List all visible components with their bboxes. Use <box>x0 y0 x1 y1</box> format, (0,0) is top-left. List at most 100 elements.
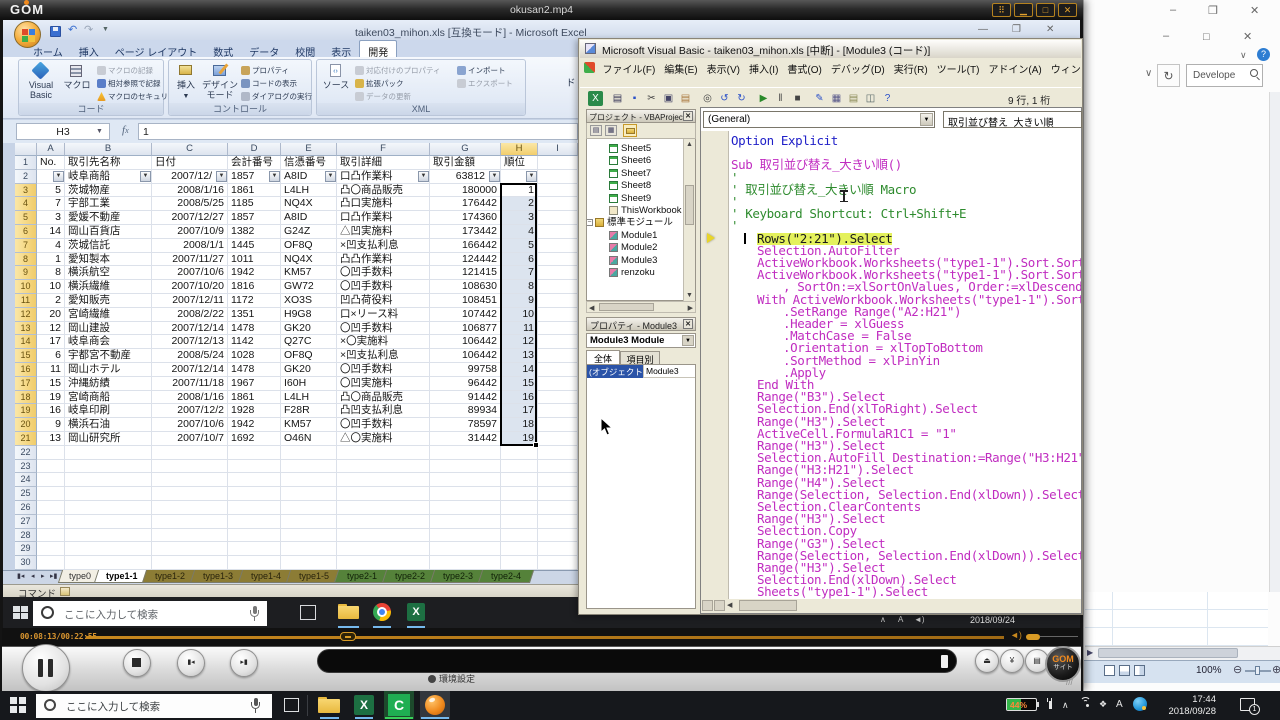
cell-C9[interactable]: 2007/10/6 <box>152 266 228 280</box>
row-header-16[interactable]: 16 <box>15 363 37 377</box>
cell-F4[interactable]: 凸口実施料 <box>337 197 430 211</box>
cell-C24[interactable] <box>152 473 228 487</box>
cell-C19[interactable]: 2007/12/2 <box>152 404 228 418</box>
bg-vscrollbar[interactable] <box>1269 92 1280 592</box>
cell-C10[interactable]: 2007/10/20 <box>152 280 228 294</box>
cell-I6[interactable] <box>538 225 578 239</box>
row-header-24[interactable]: 24 <box>15 473 37 487</box>
gom-seekbar[interactable] <box>86 636 1004 639</box>
cell-I21[interactable] <box>538 432 578 446</box>
project-close-icon[interactable]: ✕ <box>683 111 693 121</box>
cell-D17[interactable]: 1967 <box>228 377 281 391</box>
row-header-21[interactable]: 21 <box>15 432 37 446</box>
properties-tab-all[interactable]: 全体 <box>586 350 620 364</box>
cell-D25[interactable] <box>228 487 281 501</box>
cell-D15[interactable]: 1028 <box>228 349 281 363</box>
previous-button[interactable]: ▮◂ <box>177 649 205 677</box>
rec-search-box[interactable]: ここに入力して検索 <box>33 601 267 626</box>
property-name-cell[interactable]: (オブジェクト名 <box>587 365 643 378</box>
cell-B17[interactable]: 沖縄紡績 <box>65 377 152 391</box>
cell-C20[interactable]: 2007/10/6 <box>152 418 228 432</box>
gom-volume-icon[interactable]: ◄) <box>1010 630 1022 640</box>
tree-item-Sheet6[interactable]: Sheet6 <box>587 155 683 167</box>
cell-E19[interactable]: F28R <box>281 404 337 418</box>
cell-D9[interactable]: 1942 <box>228 266 281 280</box>
bg-minimize-button[interactable]: – <box>1170 4 1176 16</box>
vba-titlebar[interactable]: Microsoft Visual Basic - taiken03_mihon.… <box>580 40 1081 58</box>
cell-E10[interactable]: GW72 <box>281 280 337 294</box>
column-header-C[interactable]: C <box>152 143 228 156</box>
vba-menu-アドイン(A)[interactable]: アドイン(A) <box>984 58 1046 77</box>
rec-chrome-icon[interactable] <box>373 603 391 621</box>
sheet-nav-last-icon[interactable]: ▸▮ <box>50 572 57 580</box>
cell-I13[interactable] <box>538 322 578 336</box>
view-object-icon[interactable]: ▦ <box>605 125 617 136</box>
cell-C22[interactable] <box>152 446 228 460</box>
pause-button[interactable] <box>22 644 70 692</box>
row-header-10[interactable]: 10 <box>15 280 37 294</box>
cell-F29[interactable] <box>337 542 430 556</box>
run-dialog-button[interactable]: ダイアログの実行 <box>241 91 312 102</box>
cell-A22[interactable] <box>37 446 65 460</box>
bg-search-box[interactable]: Develope <box>1186 64 1263 87</box>
tray-cortana-icon[interactable] <box>1133 697 1147 711</box>
filter-dropdown-A[interactable]: ▼ <box>53 171 64 182</box>
cell-I28[interactable] <box>538 529 578 543</box>
export-button[interactable]: エクスポート <box>457 78 513 89</box>
cell-H25[interactable] <box>501 487 538 501</box>
view-code-button[interactable]: コードの表示 <box>241 78 297 89</box>
cell-G9[interactable]: 121415 <box>430 266 501 280</box>
cell-I15[interactable] <box>538 349 578 363</box>
cell-D16[interactable]: 1478 <box>228 363 281 377</box>
cell-A9[interactable]: 8 <box>37 266 65 280</box>
cell-A20[interactable]: 9 <box>37 418 65 432</box>
cell-A11[interactable]: 2 <box>37 294 65 308</box>
gom-settings[interactable]: 環境設定 <box>428 672 475 685</box>
cell-G28[interactable] <box>430 529 501 543</box>
cell-A18[interactable]: 19 <box>37 391 65 405</box>
row-header-26[interactable]: 26 <box>15 501 37 515</box>
zoom-out-icon[interactable]: ⊖ <box>1233 663 1242 676</box>
cell-G6[interactable]: 173442 <box>430 225 501 239</box>
cell-C17[interactable]: 2007/11/18 <box>152 377 228 391</box>
cell-B8[interactable]: 愛知製本 <box>65 253 152 267</box>
taskbar-folder-button[interactable] <box>318 697 340 714</box>
toggle-folders-icon[interactable] <box>623 124 637 137</box>
filter-dropdown-B[interactable]: ▼ <box>140 171 151 182</box>
cell-G27[interactable] <box>430 515 501 529</box>
select-all-corner[interactable] <box>15 143 37 156</box>
view-normal-icon[interactable] <box>1104 665 1115 676</box>
project-explorer-icon[interactable]: ▦ <box>829 91 844 106</box>
tree-item-Module1[interactable]: Module1 <box>587 230 683 242</box>
gom-volume-handle[interactable] <box>1026 634 1040 640</box>
tree-item-Module2[interactable]: Module2 <box>587 242 683 254</box>
cell-I26[interactable] <box>538 501 578 515</box>
cell-E17[interactable]: I60H <box>281 377 337 391</box>
cell-E5[interactable]: A8ID <box>281 211 337 225</box>
row-header-29[interactable]: 29 <box>15 542 37 556</box>
visual-basic-button[interactable]: VisualBasic <box>23 63 59 103</box>
vba-menu-編集(E)[interactable]: 編集(E) <box>660 58 702 77</box>
cell-A10[interactable]: 10 <box>37 280 65 294</box>
cell-B28[interactable] <box>65 529 152 543</box>
combo-left-dropdown-icon[interactable]: ▼ <box>920 113 933 126</box>
filter-dropdown-E[interactable]: ▼ <box>325 171 336 182</box>
find-icon[interactable]: ◎ <box>700 91 715 106</box>
cell-G13[interactable]: 106877 <box>430 322 501 336</box>
cell-C29[interactable] <box>152 542 228 556</box>
cell-G7[interactable]: 166442 <box>430 239 501 253</box>
cell-B2[interactable]: 岐阜商船 <box>65 170 152 184</box>
cell-I27[interactable] <box>538 515 578 529</box>
record-macro-button[interactable]: マクロの記録 <box>97 65 153 76</box>
qat-undo-icon[interactable]: ↶ <box>68 23 77 36</box>
bg-sheetnav-icon[interactable]: ▶ <box>1087 648 1093 657</box>
project-panel-header[interactable]: プロジェクト - VBAProject✕ <box>586 109 696 123</box>
run-icon[interactable]: ▶ <box>756 91 771 106</box>
code-editor[interactable]: Option ExplicitSub 取引並び替え_大きい順()'' 取引並び替… <box>729 131 1081 599</box>
cell-C30[interactable] <box>152 556 228 570</box>
cell-F21[interactable]: △〇実施料 <box>337 432 430 446</box>
cell-C12[interactable]: 2008/2/22 <box>152 308 228 322</box>
cut-icon[interactable]: ✂ <box>644 91 659 106</box>
taskbar-excel-button[interactable]: X <box>354 695 374 715</box>
copy-icon[interactable]: ▣ <box>661 91 676 106</box>
